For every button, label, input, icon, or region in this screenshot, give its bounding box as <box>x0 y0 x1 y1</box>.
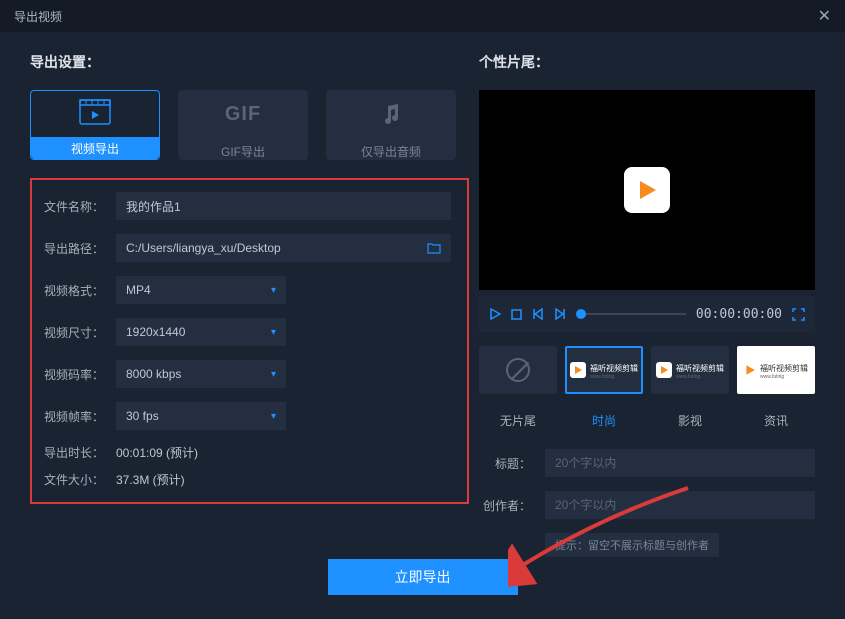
tab-audio-label: 仅导出音频 <box>361 143 421 160</box>
export-settings-title: 导出设置： <box>30 52 469 72</box>
music-note-icon <box>381 104 401 126</box>
next-icon[interactable] <box>554 308 566 320</box>
prev-icon[interactable] <box>532 308 544 320</box>
format-label: 视频格式： <box>44 282 116 299</box>
path-label: 导出路径： <box>44 240 116 257</box>
export-type-tabs: 视频导出 GIF GIF导出 仅导出音频 <box>30 90 469 160</box>
filesize-label: 文件大小： <box>44 471 116 488</box>
export-button[interactable]: 立即导出 <box>328 559 518 595</box>
tab-gif-label: GIF导出 <box>221 143 265 160</box>
window-title: 导出视频 <box>14 8 62 25</box>
hint-text: 提示：留空不展示标题与创作者 <box>545 533 719 557</box>
gif-icon: GIF <box>225 103 261 126</box>
tail-movie-label: 影视 <box>651 412 729 429</box>
timecode: 00:00:00:00 <box>696 307 782 322</box>
chevron-down-icon: ▾ <box>271 411 276 422</box>
filename-label: 文件名称： <box>44 198 116 215</box>
creator-input[interactable] <box>545 491 815 519</box>
chevron-down-icon: ▾ <box>271 327 276 338</box>
creator-field-label: 创作者： <box>479 497 545 514</box>
chevron-down-icon: ▾ <box>271 285 276 296</box>
preview-controls: 00:00:00:00 <box>479 296 815 332</box>
chevron-down-icon: ▾ <box>271 369 276 380</box>
duration-value: 00:01:09 (预计) <box>116 444 198 461</box>
stop-icon[interactable] <box>511 309 522 320</box>
filesize-value: 37.3M (预计) <box>116 471 185 488</box>
close-icon[interactable]: ✕ <box>818 6 831 26</box>
tab-audio-export[interactable]: 仅导出音频 <box>326 90 456 160</box>
tail-options: 福听视频剪辑www.futing 福听视频剪辑www.futing 福听视频剪辑… <box>479 346 815 394</box>
tab-video-export[interactable]: 视频导出 <box>30 90 160 160</box>
title-input[interactable] <box>545 449 815 477</box>
tail-section-title: 个性片尾： <box>479 52 815 72</box>
tail-news[interactable]: 福听视频剪辑www.futing <box>737 346 815 394</box>
tail-none[interactable] <box>479 346 557 394</box>
filename-input[interactable] <box>116 192 451 220</box>
duration-label: 导出时长： <box>44 444 116 461</box>
title-field-label: 标题： <box>479 455 545 472</box>
video-preview <box>479 90 815 290</box>
path-input[interactable]: C:/Users/liangya_xu/Desktop <box>116 234 451 262</box>
titlebar: 导出视频 ✕ <box>0 0 845 32</box>
folder-icon[interactable] <box>427 242 441 254</box>
tail-fashion-label: 时尚 <box>565 412 643 429</box>
bitrate-label: 视频码率： <box>44 366 116 383</box>
format-select[interactable]: MP4▾ <box>116 276 286 304</box>
none-icon <box>506 358 530 382</box>
fullscreen-icon[interactable] <box>792 308 805 321</box>
size-select[interactable]: 1920x1440▾ <box>116 318 286 346</box>
tail-news-label: 资讯 <box>737 412 815 429</box>
fps-label: 视频帧率： <box>44 408 116 425</box>
tail-panel: 个性片尾： 00:00:00:00 福听视频剪辑www.futing 福听视频剪… <box>479 52 815 557</box>
size-label: 视频尺寸： <box>44 324 116 341</box>
tail-fashion[interactable]: 福听视频剪辑www.futing <box>565 346 643 394</box>
fps-select[interactable]: 30 fps▾ <box>116 402 286 430</box>
seek-handle[interactable] <box>576 309 586 319</box>
film-icon <box>79 99 111 125</box>
play-icon[interactable] <box>489 308 501 320</box>
seek-bar[interactable] <box>576 313 686 315</box>
bitrate-select[interactable]: 8000 kbps▾ <box>116 360 286 388</box>
app-logo-icon <box>624 167 670 213</box>
tail-movie[interactable]: 福听视频剪辑www.futing <box>651 346 729 394</box>
tab-gif-export[interactable]: GIF GIF导出 <box>178 90 308 160</box>
tail-none-label: 无片尾 <box>479 412 557 429</box>
export-settings-panel: 导出设置： 视频导出 GIF GIF导出 仅导出音频 文件名称： <box>30 52 469 557</box>
export-form-highlight: 文件名称： 导出路径： C:/Users/liangya_xu/Desktop … <box>30 178 469 504</box>
tab-video-label: 视频导出 <box>71 140 119 157</box>
path-value: C:/Users/liangya_xu/Desktop <box>126 241 281 255</box>
